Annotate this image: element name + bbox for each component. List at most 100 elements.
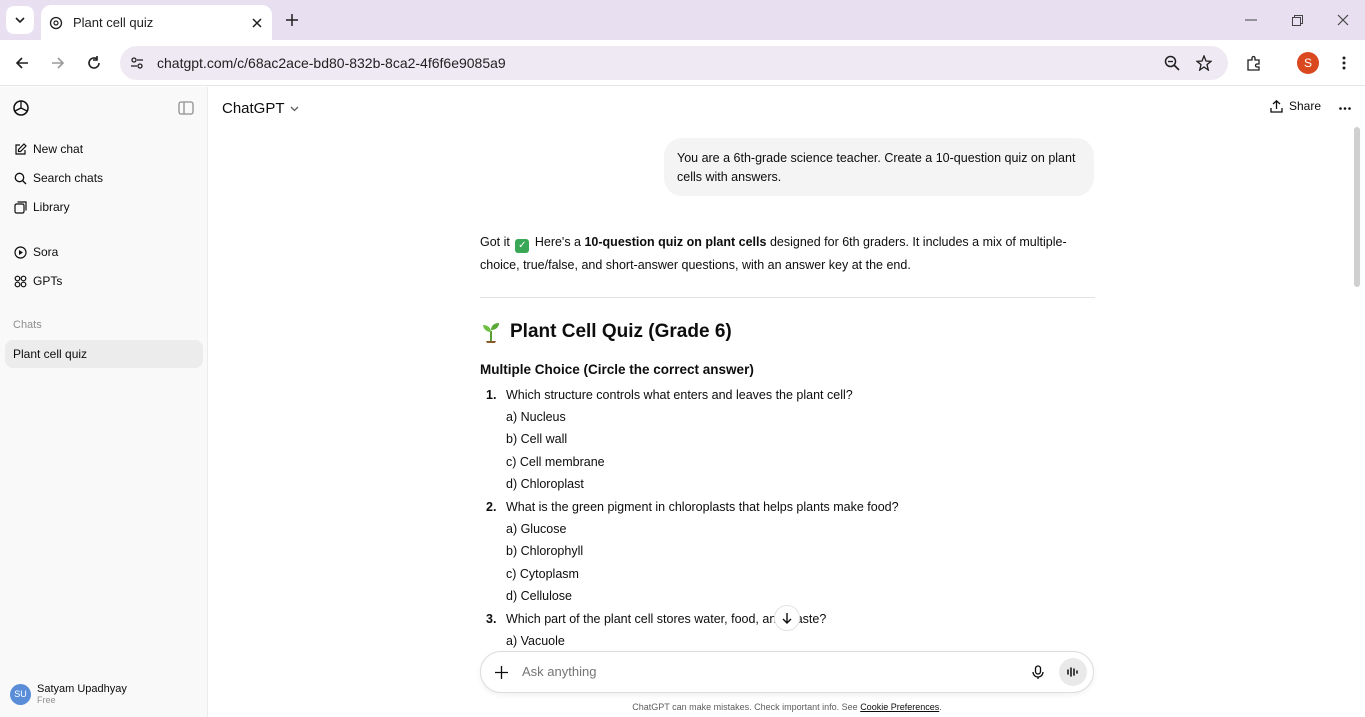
sidebar-item-label: New chat — [33, 142, 84, 156]
arrow-left-icon — [15, 57, 28, 69]
sidebar-item-label: GPTs — [33, 274, 63, 288]
divider — [480, 297, 1095, 298]
pencil-square-icon — [13, 142, 27, 156]
sidebar-item-label: Sora — [33, 245, 59, 259]
sidebar-item-search-chats[interactable]: Search chats — [5, 164, 203, 192]
answer-option: c) Cytoplasm — [506, 567, 579, 581]
intro-bold: 10-question quiz on plant cells — [584, 235, 767, 249]
tab-title: Plant cell quiz — [73, 15, 154, 30]
sidebar-item-library[interactable]: Library — [5, 193, 203, 221]
question-number: 3. — [486, 612, 497, 626]
share-icon — [1270, 99, 1283, 113]
answer-option: b) Cell wall — [506, 432, 568, 446]
share-label: Share — [1289, 99, 1322, 113]
horizontal-dots-icon — [1339, 106, 1351, 110]
play-circle-icon — [13, 245, 27, 259]
model-name: ChatGPT — [222, 100, 285, 117]
new-tab-button[interactable] — [280, 8, 304, 32]
sidebar-toggle-icon[interactable] — [178, 100, 194, 116]
answer-option: d) Chloroplast — [506, 477, 584, 491]
plus-icon[interactable] — [493, 664, 509, 680]
question-number: 2. — [486, 500, 497, 514]
url-text[interactable]: chatgpt.com/c/68ac2ace-bd80-832b-8ca2-4f… — [157, 55, 506, 71]
profile-avatar[interactable]: S — [1297, 52, 1319, 74]
chatgpt-logo-icon — [49, 16, 63, 29]
answer-option: a) Nucleus — [506, 410, 566, 424]
user-plan: Free — [37, 695, 56, 705]
question-number: 1. — [486, 388, 497, 402]
restore-icon — [1291, 14, 1303, 26]
answer-option: a) Glucose — [506, 522, 567, 536]
user-account[interactable]: SU Satyam Upadhyay Free — [10, 683, 127, 705]
minimize-icon — [1245, 19, 1257, 21]
puzzle-icon — [1247, 55, 1260, 71]
question-text: Which structure controls what enters and… — [506, 388, 853, 402]
more-options-button[interactable] — [1336, 99, 1354, 117]
grid-icon — [13, 274, 27, 288]
answer-option: d) Cellulose — [506, 589, 573, 603]
sidebar-item-label: Search chats — [33, 171, 104, 185]
answer-option: c) Cell membrane — [506, 455, 605, 469]
answer-option: a) Vacuole — [506, 634, 565, 648]
chatgpt-logo-icon[interactable] — [12, 99, 30, 117]
plus-icon — [286, 14, 298, 26]
share-button[interactable]: Share — [1270, 99, 1321, 113]
chat-item-plant-cell-quiz[interactable]: Plant cell quiz — [5, 340, 203, 368]
model-selector[interactable]: ChatGPT — [222, 100, 299, 117]
disclaimer-text: ChatGPT can make mistakes. Check importa… — [632, 702, 858, 712]
sidebar-item-label: Library — [33, 200, 70, 214]
user-name: Satyam Upadhyay — [37, 683, 127, 695]
quiz-title: Plant Cell Quiz (Grade 6) — [480, 321, 732, 343]
arrow-right-icon — [52, 57, 65, 69]
browser-tab-bar: Plant cell quiz — [0, 0, 1365, 40]
reload-button[interactable] — [80, 49, 108, 77]
cookie-preferences-link[interactable]: Cookie Preferences — [860, 702, 939, 712]
extensions-button[interactable] — [1240, 49, 1268, 77]
address-bar[interactable]: chatgpt.com/c/68ac2ace-bd80-832b-8ca2-4f… — [120, 46, 1228, 80]
sidebar-item-new-chat[interactable]: New chat — [5, 135, 203, 163]
assistant-intro: Got it ✓ Here's a 10-question quiz on pl… — [480, 231, 1095, 277]
bookmark-star-icon[interactable] — [1196, 55, 1212, 71]
chevron-down-icon — [15, 17, 25, 24]
scroll-to-bottom-button[interactable] — [774, 605, 800, 631]
quiz-title-text: Plant Cell Quiz (Grade 6) — [510, 321, 732, 342]
chat-item-label: Plant cell quiz — [13, 347, 88, 361]
back-button[interactable] — [8, 49, 36, 77]
intro-mid: Here's a — [534, 235, 581, 249]
chevron-down-icon — [290, 106, 298, 112]
browser-menu-button[interactable] — [1330, 49, 1358, 77]
close-tab-icon[interactable] — [246, 12, 268, 34]
library-icon — [13, 200, 27, 214]
microphone-icon[interactable] — [1030, 664, 1046, 680]
sidebar-item-sora[interactable]: Sora — [5, 238, 203, 266]
close-icon — [1337, 14, 1349, 26]
sidebar-item-gpts[interactable]: GPTs — [5, 267, 203, 295]
voice-mode-button[interactable] — [1059, 658, 1087, 686]
restore-button[interactable] — [1284, 8, 1310, 32]
avatar: SU — [10, 683, 31, 705]
zoom-icon[interactable] — [1164, 55, 1180, 71]
reload-icon — [88, 56, 100, 69]
disclaimer: ChatGPT can make mistakes. Check importa… — [480, 702, 1094, 712]
browser-tab[interactable]: Plant cell quiz — [41, 5, 272, 40]
site-settings-icon[interactable] — [130, 56, 144, 70]
vertical-dots-icon — [1342, 56, 1346, 70]
answer-option: b) Chlorophyll — [506, 544, 584, 558]
scrollbar[interactable] — [1354, 127, 1360, 287]
tab-list-button[interactable] — [6, 6, 34, 34]
composer — [480, 651, 1094, 693]
browser-toolbar: chatgpt.com/c/68ac2ace-bd80-832b-8ca2-4f… — [0, 40, 1365, 86]
question-text: What is the green pigment in chloroplast… — [506, 500, 899, 514]
arrow-down-icon — [782, 613, 792, 624]
forward-button[interactable] — [44, 49, 72, 77]
intro-prefix: Got it — [480, 235, 510, 249]
seedling-icon — [483, 323, 499, 343]
search-icon — [13, 171, 27, 185]
section-heading: Multiple Choice (Circle the correct answ… — [480, 362, 754, 377]
minimize-button[interactable] — [1238, 8, 1264, 32]
chat-input[interactable] — [522, 664, 1002, 679]
main-panel: ChatGPT Share You are a 6th-grade scienc… — [208, 87, 1365, 717]
sidebar: New chat Search chats Library Sora GPTs … — [0, 87, 208, 717]
close-window-button[interactable] — [1330, 8, 1356, 32]
disclaimer-period: . — [939, 702, 942, 712]
